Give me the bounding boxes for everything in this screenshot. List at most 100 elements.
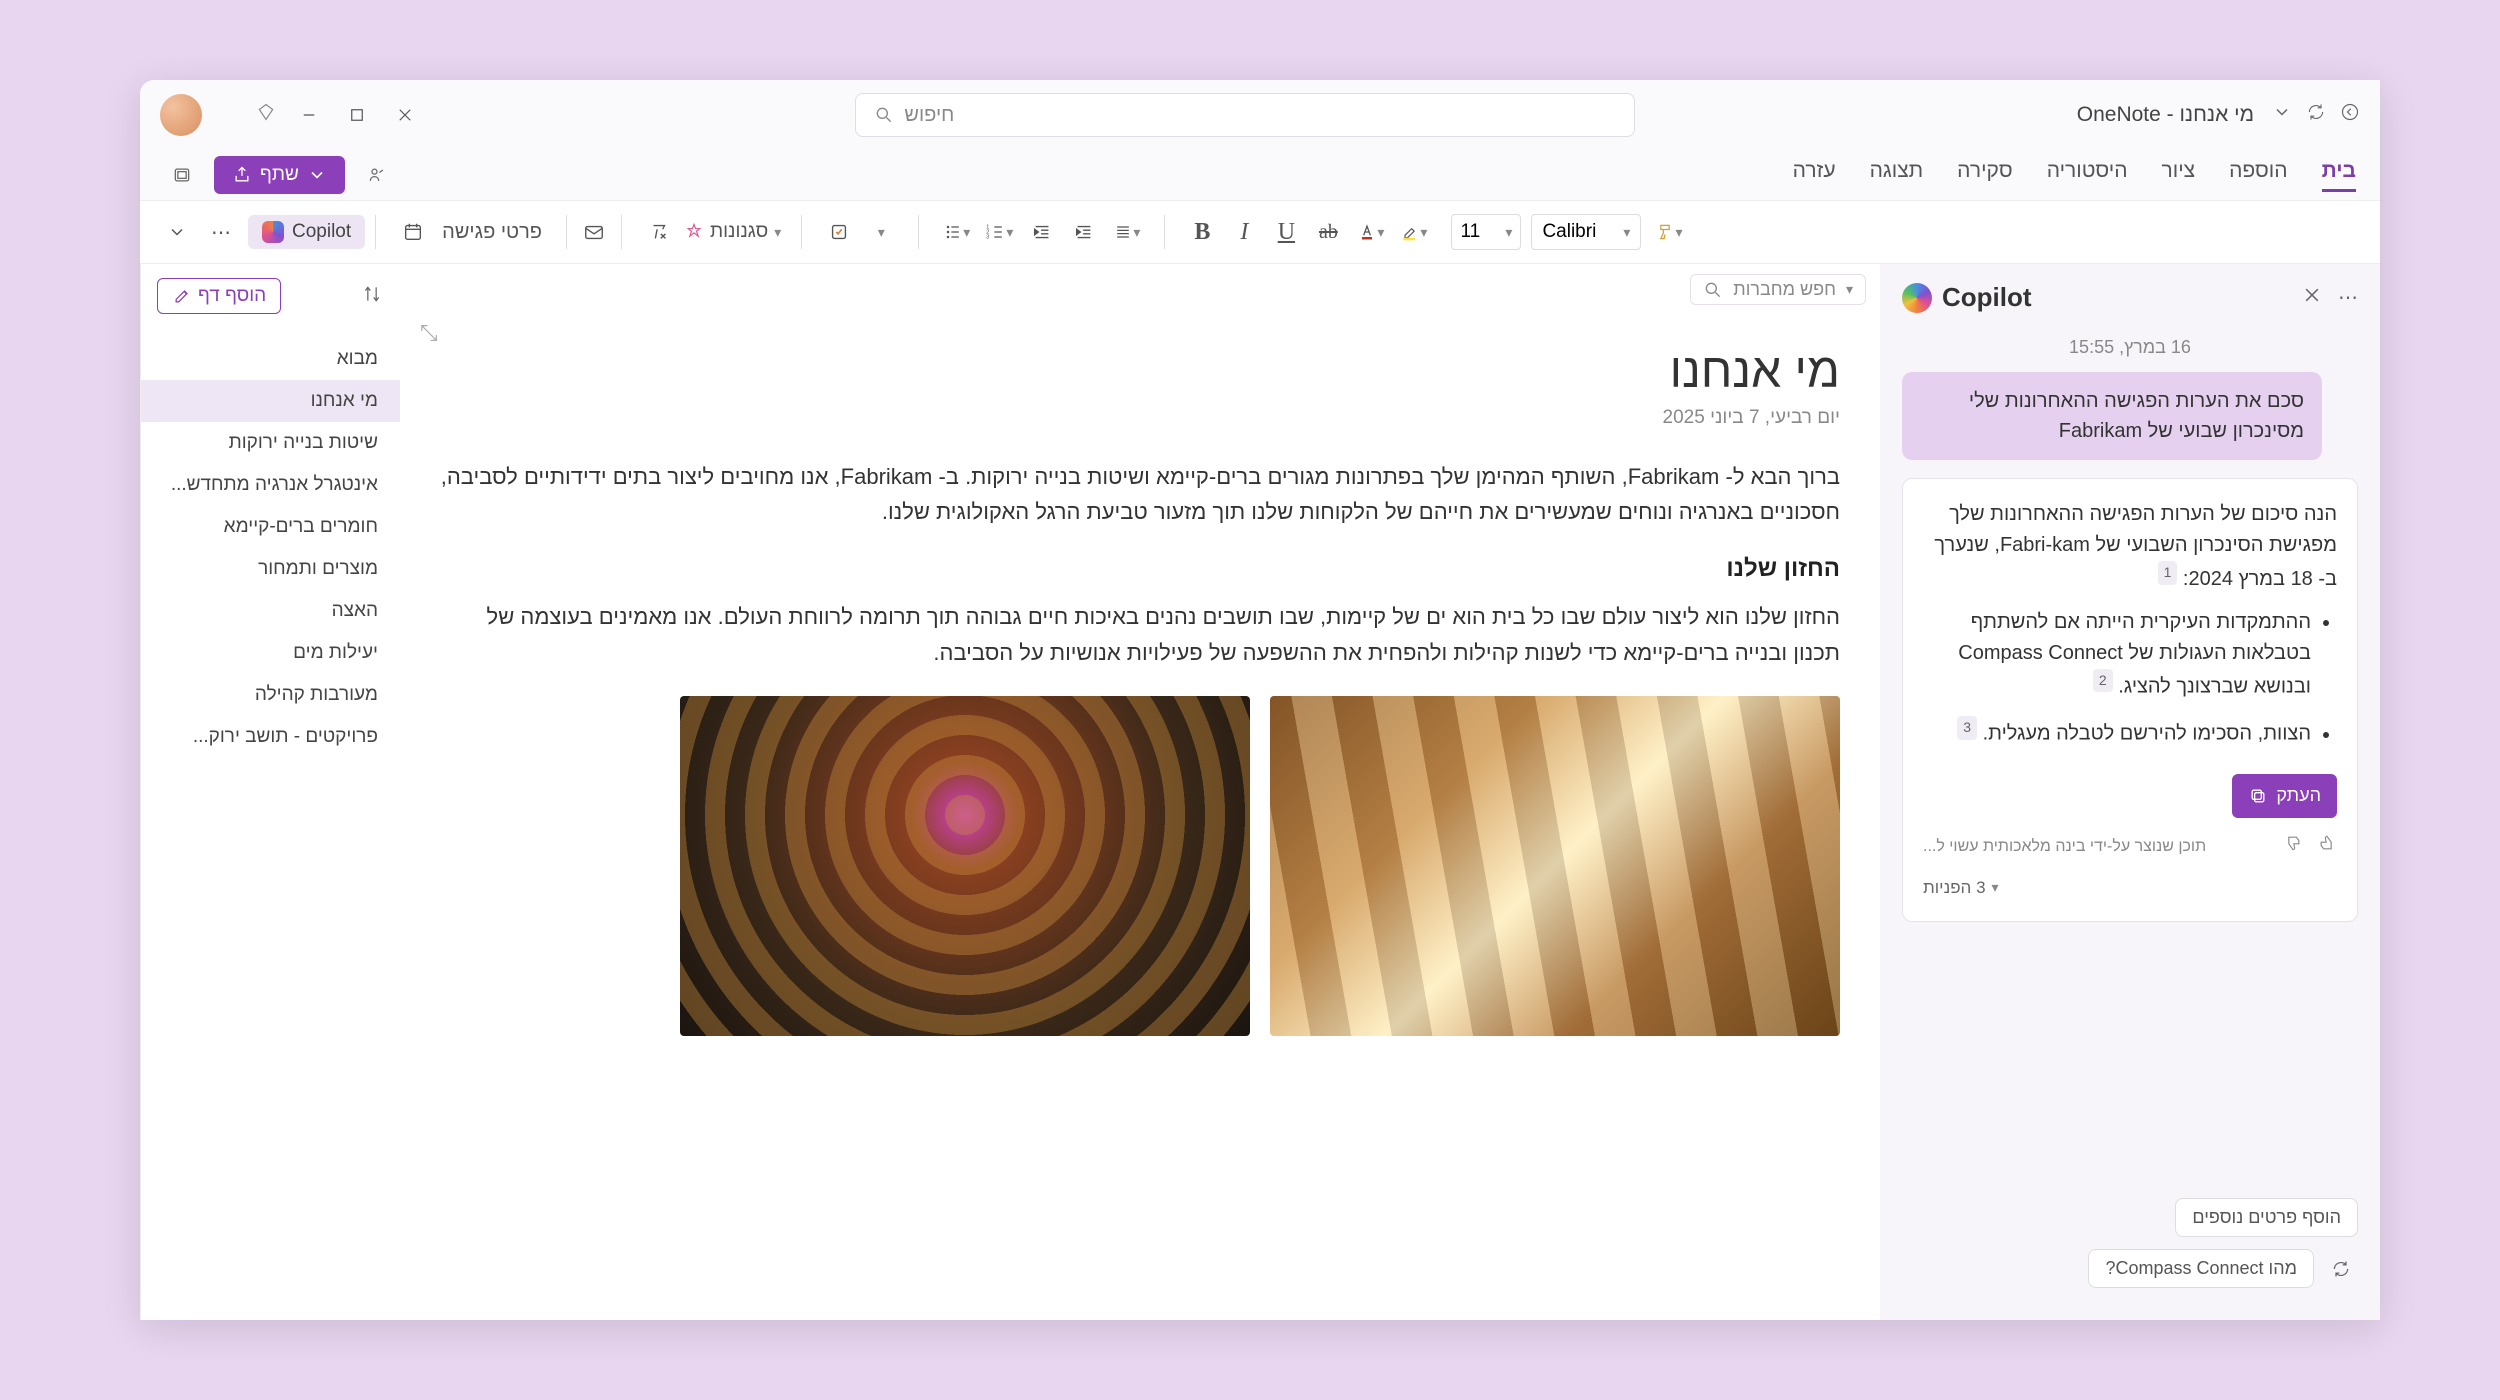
- diamond-icon[interactable]: [256, 102, 276, 128]
- copilot-button[interactable]: Copilot: [248, 215, 365, 249]
- copilot-title: Copilot: [1942, 282, 2032, 313]
- tab-draw[interactable]: ציור: [2162, 159, 2196, 192]
- tab-history[interactable]: היסטוריה: [2047, 159, 2128, 192]
- font-color-dropdown[interactable]: ▾: [1353, 212, 1388, 252]
- page-list-item[interactable]: אינטגרל אנרגיה מתחדש...: [141, 464, 400, 506]
- page-list-item[interactable]: פרויקטים - תושב ירוק...: [141, 716, 400, 758]
- copilot-icon: [262, 221, 284, 243]
- page-title[interactable]: מי אנחנו: [440, 344, 1840, 399]
- format-painter-icon[interactable]: ▾: [1651, 212, 1686, 252]
- tab-review[interactable]: סקירה: [1957, 159, 2013, 192]
- more-icon[interactable]: ⋯: [204, 212, 238, 252]
- sync-icon[interactable]: [2306, 102, 2326, 128]
- page-content[interactable]: מי אנחנו יום רביעי, 7 ביוני 2025 ברוך הב…: [400, 264, 1880, 1056]
- page-date: יום רביעי, 7 ביוני 2025: [440, 407, 1840, 429]
- edit-icon: [172, 286, 192, 306]
- tab-insert[interactable]: הוספה: [2229, 159, 2287, 192]
- heading-2[interactable]: החזון שלנו: [440, 555, 1840, 583]
- refresh-icon[interactable]: [2324, 1252, 2358, 1286]
- more-icon[interactable]: ⋯: [2338, 285, 2358, 311]
- window-icon[interactable]: [164, 157, 200, 193]
- body: הוסף דף מבואמי אנחנושיטות בנייה ירוקותאי…: [140, 264, 2380, 1320]
- suggestion-chip[interactable]: הוסף פרטים נוספים: [2175, 1198, 2358, 1237]
- bullet-list-icon[interactable]: ▾: [939, 212, 974, 252]
- thumbs-down-icon[interactable]: [2317, 832, 2337, 863]
- chevron-down-icon: ▾: [1846, 281, 1853, 298]
- share-icon: [232, 165, 252, 185]
- page-list-item[interactable]: מעורבות קהילה: [141, 674, 400, 716]
- page-list-item[interactable]: שיטות בנייה ירוקות: [141, 422, 400, 464]
- window-controls: [300, 106, 414, 124]
- page-list-item[interactable]: האצה: [141, 590, 400, 632]
- document-image-spiral[interactable]: [680, 696, 1250, 1036]
- paragraph[interactable]: החזון שלנו הוא ליצור עולם שבו כל בית הוא…: [440, 599, 1840, 669]
- close-icon[interactable]: [2302, 285, 2322, 311]
- ai-disclaimer: תוכן שנוצר על-ידי בינה מלאכותית עשוי ל..…: [1923, 835, 2206, 860]
- minimize-icon[interactable]: [300, 106, 318, 124]
- tag-dropdown[interactable]: ▾: [864, 212, 898, 252]
- styles-dropdown[interactable]: ▾ סגנונות: [684, 221, 781, 243]
- app-window: חיפוש מי אנחנו - OneNote שתף בית: [140, 80, 2380, 1320]
- app-title: מי אנחנו - OneNote: [2077, 103, 2254, 127]
- clear-formatting-icon[interactable]: [642, 212, 676, 252]
- paragraph[interactable]: ברוך הבא ל- Fabrikam, השותף המהימן שלך ב…: [440, 459, 1840, 529]
- highlight-dropdown[interactable]: ▾: [1396, 212, 1431, 252]
- copilot-logo-icon: [1902, 283, 1932, 313]
- present-icon[interactable]: [359, 157, 395, 193]
- italic-icon[interactable]: I: [1227, 212, 1261, 252]
- tag-icon[interactable]: [822, 212, 856, 252]
- search-icon: [1703, 280, 1723, 300]
- underline-icon[interactable]: U: [1269, 212, 1303, 252]
- strikethrough-icon[interactable]: ab: [1311, 212, 1345, 252]
- avatar[interactable]: [160, 94, 202, 136]
- chevron-down-icon: [307, 165, 327, 185]
- page-list-item[interactable]: מוצרים ותמחור: [141, 548, 400, 590]
- bold-icon[interactable]: B: [1185, 212, 1219, 252]
- page-list-item[interactable]: מי אנחנו: [141, 380, 400, 422]
- numbered-list-icon[interactable]: ▾123: [982, 212, 1017, 252]
- response-intro: הנה סיכום של הערות הפגישה ההאחרונות שלך …: [1934, 503, 2337, 590]
- close-icon[interactable]: [396, 106, 414, 124]
- citation-badge[interactable]: 3: [1957, 716, 1977, 740]
- citation-badge[interactable]: 1: [2158, 561, 2178, 585]
- tab-view[interactable]: תצוגה: [1870, 159, 1924, 192]
- sort-icon[interactable]: [362, 284, 382, 309]
- chevron-down-icon[interactable]: [2272, 102, 2292, 128]
- back-icon[interactable]: [2340, 102, 2360, 128]
- canvas[interactable]: ▾ חפש מחברות ⤡ מי אנחנו יום רביעי, 7 ביו…: [400, 264, 1880, 1320]
- response-bullet: הצוות, הסכימו להירשם לטבלה מעגלית. 3: [1923, 716, 2311, 750]
- tab-home[interactable]: בית: [2322, 159, 2356, 192]
- add-page-button[interactable]: הוסף דף: [157, 278, 281, 314]
- share-button[interactable]: שתף: [214, 156, 345, 194]
- expand-ribbon-icon[interactable]: [160, 212, 194, 252]
- maximize-icon[interactable]: [348, 106, 366, 124]
- page-list-item[interactable]: מבוא: [141, 338, 400, 380]
- meeting-details-button[interactable]: פרטי פגישה: [438, 212, 546, 252]
- indent-increase-icon[interactable]: [1025, 212, 1059, 252]
- font-size-select[interactable]: ▾ 11: [1451, 214, 1521, 250]
- copilot-panel: ⋯ Copilot 16 במרץ, 15:55 סכם את הערות הפ…: [1880, 264, 2380, 1320]
- page-list-item[interactable]: יעילות מים: [141, 632, 400, 674]
- suggestion-chip[interactable]: מהו Compass Connect?: [2088, 1249, 2314, 1288]
- email-icon[interactable]: [577, 212, 611, 252]
- font-name-select[interactable]: ▾ Calibri: [1531, 214, 1641, 250]
- page-list-item[interactable]: חומרים ברים-קיימא: [141, 506, 400, 548]
- calendar-icon[interactable]: [396, 212, 430, 252]
- search-input[interactable]: חיפוש: [855, 93, 1635, 137]
- align-dropdown[interactable]: ▾: [1109, 212, 1144, 252]
- search-placeholder: חיפוש: [904, 104, 954, 127]
- titlebar: חיפוש מי אנחנו - OneNote: [140, 80, 2380, 150]
- page-list-sidebar: הוסף דף מבואמי אנחנושיטות בנייה ירוקותאי…: [140, 264, 400, 1320]
- indent-decrease-icon[interactable]: [1067, 212, 1101, 252]
- copy-icon: [2248, 786, 2268, 806]
- copilot-user-message: סכם את הערות הפגישה ההאחרונות שלי מסינכר…: [1902, 372, 2322, 460]
- document-image-wood[interactable]: [1270, 696, 1840, 1036]
- notebook-search[interactable]: ▾ חפש מחברות: [1690, 274, 1866, 305]
- copy-button[interactable]: העתק: [2232, 774, 2337, 818]
- citation-badge[interactable]: 2: [2093, 669, 2113, 693]
- references-toggle[interactable]: ▾ 3 הפניות: [1923, 875, 2337, 901]
- thumbs-up-icon[interactable]: [2283, 832, 2303, 863]
- svg-text:3: 3: [986, 235, 989, 241]
- resize-handle-icon[interactable]: ⤡: [420, 320, 438, 346]
- tab-help[interactable]: עזרה: [1793, 159, 1836, 192]
